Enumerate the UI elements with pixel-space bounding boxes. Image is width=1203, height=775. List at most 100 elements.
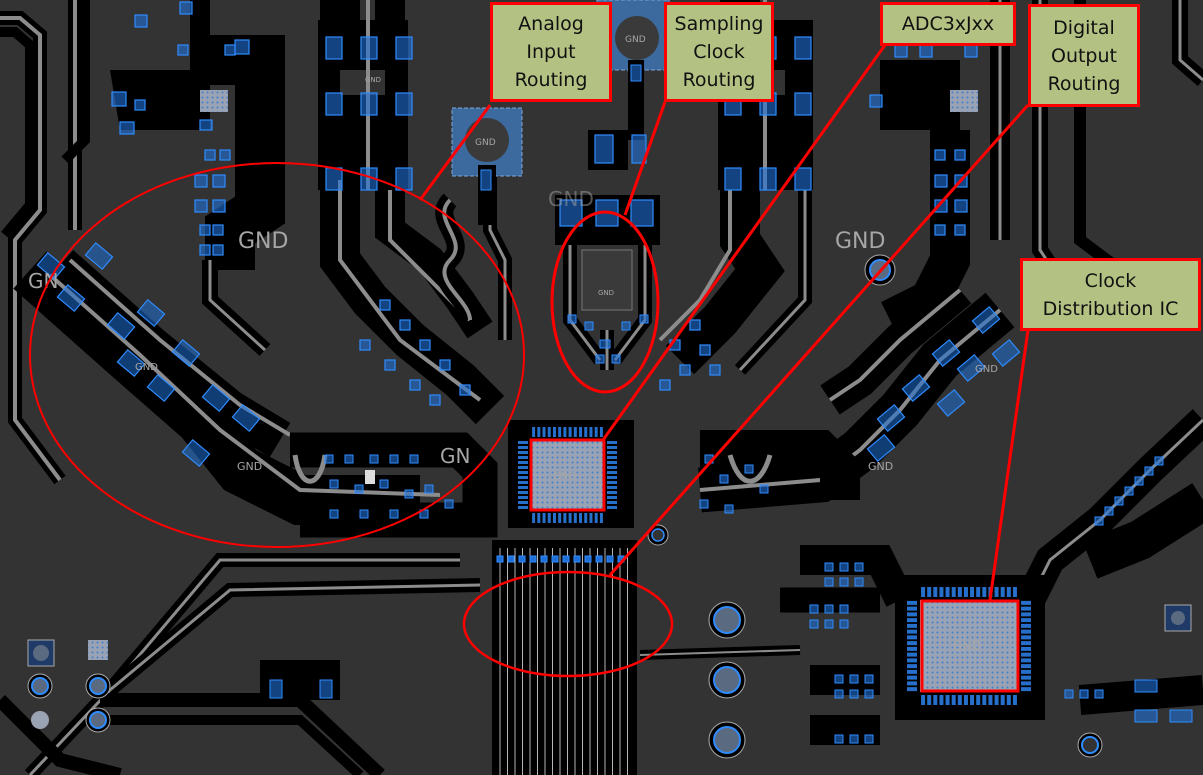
callout-adc3xjxx: ADC3xJxx (880, 2, 1016, 46)
left-edge-traces (0, 0, 90, 485)
ic-pin (957, 695, 962, 705)
callout-sampling-clock-routing: Sampling Clock Routing (664, 2, 774, 102)
ic-pin (607, 501, 617, 504)
ic-pin (907, 612, 917, 617)
ic-pin (994, 587, 999, 597)
bus-via (518, 555, 526, 563)
ic-pin (552, 513, 556, 523)
ic-pin (607, 451, 617, 454)
bus-via (496, 555, 504, 563)
ic-pin (607, 441, 617, 444)
ic-pin (1021, 618, 1031, 623)
gnd-label-connector-top: GND (625, 35, 646, 45)
ic-pin (607, 466, 617, 469)
gnd-label-adc-pad: GND (553, 471, 576, 482)
ic-pin (970, 587, 975, 597)
ic-pin (907, 635, 917, 640)
ic-pin (907, 669, 917, 674)
ic-pin (939, 587, 944, 597)
ic-pin (552, 427, 556, 437)
ic-pin (951, 695, 956, 705)
callout-analog-input-routing: Analog Input Routing (490, 2, 612, 102)
gnd-label-partial-adc: GN (440, 444, 470, 468)
ic-pin (1021, 606, 1031, 611)
ic-pin (976, 587, 981, 597)
gnd-label-filter-right-bottom: GND (868, 460, 893, 473)
ic-pin (518, 481, 528, 484)
gnd-label-filter-left: GND (135, 362, 158, 373)
ic-pin (518, 456, 528, 459)
ic-pin (907, 681, 917, 686)
ic-pin (547, 513, 551, 523)
ic-pin (518, 466, 528, 469)
ic-pin (945, 587, 950, 597)
bus-via (540, 555, 548, 563)
ic-pin (907, 606, 917, 611)
ic-pin (1021, 641, 1031, 646)
ic-pin (607, 446, 617, 449)
ic-pin (1021, 629, 1031, 634)
ic-pin (594, 513, 598, 523)
ic-pin (907, 623, 917, 628)
ic-pin (921, 695, 926, 705)
ic-pin (563, 427, 567, 437)
ic-pin (933, 695, 938, 705)
ic-pin (607, 461, 617, 464)
ic-pin (568, 513, 572, 523)
ic-pin (1021, 635, 1031, 640)
ic-pin (907, 652, 917, 657)
ic-pin (573, 427, 577, 437)
ic-pin (594, 427, 598, 437)
ic-pin (907, 664, 917, 669)
ic-pin (988, 695, 993, 705)
ic-pin (584, 427, 588, 437)
ic-pin (1021, 675, 1031, 680)
upper-middle-filter (318, 0, 512, 425)
ic-pin (607, 481, 617, 484)
bus-via (529, 555, 537, 563)
ic-pin (907, 641, 917, 646)
ic-pin (1000, 587, 1005, 597)
ic-pin (907, 600, 917, 605)
ic-pin (1006, 587, 1011, 597)
bus-via (584, 555, 592, 563)
ic-pin (518, 491, 528, 494)
bus-via (551, 555, 559, 563)
upper-left-cluster (110, 0, 285, 356)
ic-pin (518, 471, 528, 474)
ic-pin (532, 427, 536, 437)
ic-pin (542, 427, 546, 437)
ic-pin (933, 587, 938, 597)
ic-pin (1000, 695, 1005, 705)
ic-pin (573, 513, 577, 523)
gnd-label-partial-top: GND (548, 187, 594, 211)
pcb-layout: GND GND GND GND GND GND GND GND GND GND … (0, 0, 1203, 775)
gnd-label-clock-ic-pad: GND (953, 639, 981, 653)
gnd-label-filter-left-bottom: GND (237, 460, 262, 473)
ic-pin (1021, 658, 1031, 663)
ic-pin (518, 486, 528, 489)
ic-pin (1021, 669, 1031, 674)
ic-pin (927, 587, 932, 597)
ic-pin (945, 695, 950, 705)
ic-pin (970, 695, 975, 705)
ic-pin (976, 695, 981, 705)
ic-pin (963, 587, 968, 597)
ic-pin (607, 486, 617, 489)
callout-clock-distribution-ic: Clock Distribution IC (1020, 258, 1201, 331)
gnd-label-connector-mid: GND (475, 138, 496, 148)
ic-pin (1012, 587, 1017, 597)
ic-pin (1021, 664, 1031, 669)
ic-pin (1021, 687, 1031, 692)
ic-pin (589, 427, 593, 437)
gnd-label-filter-right: GND (975, 364, 998, 375)
ic-pin (518, 461, 528, 464)
ic-pin (584, 513, 588, 523)
sampling-clock-section (555, 130, 660, 370)
pcb-artwork: GND GND GND GND GND GND GND GND GND GND … (0, 0, 1203, 775)
bus-via (562, 555, 570, 563)
ic-pin (589, 513, 593, 523)
ic-pin (607, 491, 617, 494)
ic-pin (607, 476, 617, 479)
ic-pin (1021, 612, 1031, 617)
